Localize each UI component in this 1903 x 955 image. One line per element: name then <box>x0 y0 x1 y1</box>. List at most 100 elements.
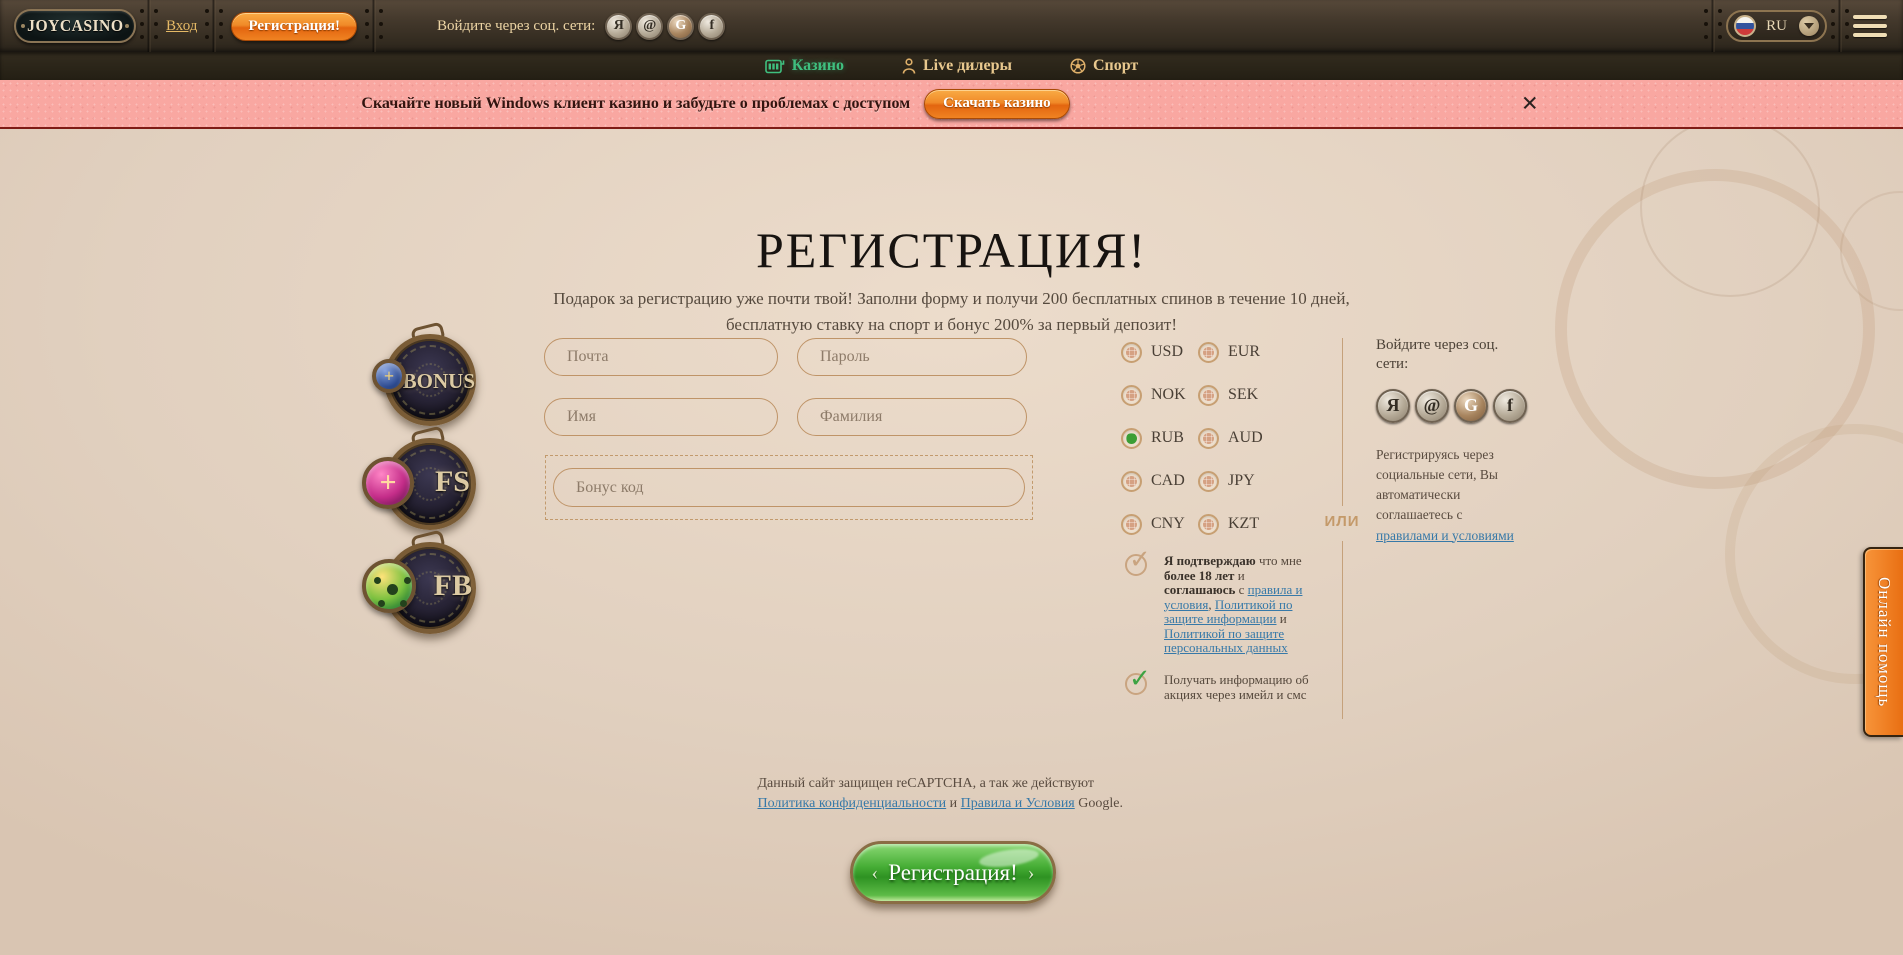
social-column-title: Войдите через соц. сети: <box>1376 336 1508 374</box>
radio-aud[interactable] <box>1198 428 1219 449</box>
menu-hamburger-icon[interactable] <box>1853 10 1887 42</box>
personal-data-policy-link[interactable]: Политикой по защите персональных данных <box>1164 626 1288 656</box>
nav-tab-live-dealers-label: Live дилеры <box>923 57 1012 75</box>
google-login-icon[interactable]: G <box>667 13 694 40</box>
badge-fb-soccer-orb-icon <box>362 559 416 613</box>
promo-checkbox-row: ✓ Получать информацию об акциях через им… <box>1125 673 1318 702</box>
language-code: RU <box>1766 18 1787 35</box>
form-divider <box>1342 541 1343 719</box>
google-login-icon[interactable]: G <box>1454 389 1488 423</box>
radio-kzt[interactable] <box>1198 514 1219 535</box>
radio-cad[interactable] <box>1121 471 1142 492</box>
bonus-badges: BONUS + FS + FB <box>360 331 482 642</box>
submit-registration-button[interactable]: ‹ Регистрация! › <box>850 841 1056 904</box>
last-name-field[interactable] <box>797 398 1027 436</box>
topbar: JOYCASINO Вход Регистрация! Войдите чере… <box>0 0 1903 52</box>
currency-option-rub[interactable]: RUB <box>1121 427 1198 449</box>
badge-freebet-medallion: FB <box>360 539 482 642</box>
social-column-note: Регистрируясь через социальные сети, Вы … <box>1376 445 1521 546</box>
social-column-icons: Я @ G f <box>1376 389 1526 423</box>
badge-fs-orb-icon: + <box>362 457 414 509</box>
terms-text: Я подтверждаю что мне более 18 лет и сог… <box>1164 554 1318 656</box>
joycasino-registration-page: JOYCASINO Вход Регистрация! Войдите чере… <box>0 0 1903 955</box>
language-dropdown-arrow-icon[interactable] <box>1799 16 1819 36</box>
language-selector[interactable]: RU <box>1726 10 1827 42</box>
checkmark-icon: ✓ <box>1129 545 1151 575</box>
social-login-column: Войдите через соц. сети: Я @ G f Регистр… <box>1376 336 1526 546</box>
badge-bonus-medallion: BONUS + <box>360 331 482 434</box>
mail-ru-login-icon[interactable]: @ <box>1415 389 1449 423</box>
badge-freespins-medallion: FS + <box>360 435 482 538</box>
nav-tab-live-dealers[interactable]: Live дилеры <box>902 57 1012 75</box>
topbar-seam <box>1827 0 1853 52</box>
topbar-social-label: Войдите через соц. сети: <box>437 18 595 35</box>
badge-fb-label: FB <box>434 569 472 603</box>
terms-of-service-link[interactable]: Правила и Условия <box>961 796 1075 811</box>
first-name-field[interactable] <box>544 398 778 436</box>
topbar-seam <box>136 0 162 52</box>
currency-option-kzt[interactable]: KZT <box>1198 513 1278 535</box>
radio-jpy[interactable] <box>1198 471 1219 492</box>
checkmark-icon: ✓ <box>1129 664 1151 694</box>
page-title: РЕГИСТРАЦИЯ! <box>0 221 1903 279</box>
slot-machine-icon <box>765 59 785 74</box>
russia-flag-icon <box>1734 15 1756 37</box>
download-casino-button[interactable]: Скачать казино <box>924 89 1070 119</box>
promo-checkbox[interactable]: ✓ <box>1125 673 1147 695</box>
yandex-login-icon[interactable]: Я <box>1376 389 1410 423</box>
currency-option-cny[interactable]: CNY <box>1121 513 1198 535</box>
badge-fs-label: FS <box>435 465 470 499</box>
yandex-login-icon[interactable]: Я <box>605 13 632 40</box>
currency-option-eur[interactable]: EUR <box>1198 341 1278 363</box>
main-nav: Казино Live дилеры Спорт <box>0 52 1903 80</box>
topbar-seam <box>1700 0 1726 52</box>
privacy-policy-link[interactable]: Политика конфиденциальности <box>758 796 947 811</box>
currency-option-usd[interactable]: USD <box>1121 341 1198 363</box>
coffee-stain-decoration <box>1555 169 1875 489</box>
registration-content: РЕГИСТРАЦИЯ! Подарок за регистрацию уже … <box>0 129 1903 955</box>
currency-option-aud[interactable]: AUD <box>1198 427 1278 449</box>
facebook-login-icon[interactable]: f <box>1493 389 1527 423</box>
page-subtitle: Подарок за регистрацию уже почти твой! З… <box>547 286 1357 339</box>
nav-tab-casino-label: Казино <box>792 57 844 75</box>
terms-checkbox[interactable]: ✓ <box>1125 554 1147 576</box>
radio-cny[interactable] <box>1121 514 1142 535</box>
radio-rub[interactable] <box>1121 428 1142 449</box>
banner-text: Скачайте новый Windows клиент казино и з… <box>361 95 910 113</box>
logo-text: JOYCASINO <box>27 16 123 36</box>
radio-nok[interactable] <box>1121 385 1142 406</box>
joycasino-logo[interactable]: JOYCASINO <box>14 9 136 43</box>
currency-option-cad[interactable]: CAD <box>1121 470 1198 492</box>
banner-close-icon[interactable]: ✕ <box>1521 93 1539 114</box>
mail-ru-login-icon[interactable]: @ <box>636 13 663 40</box>
or-label: ИЛИ <box>1314 513 1370 530</box>
social-terms-link[interactable]: правилами и условиями <box>1376 528 1514 543</box>
facebook-login-icon[interactable]: f <box>698 13 725 40</box>
download-client-banner: Скачайте новый Windows клиент казино и з… <box>0 80 1903 129</box>
terms-checkbox-row: ✓ Я подтверждаю что мне более 18 лет и с… <box>1125 554 1318 656</box>
currency-options: USD EUR NOK SEK RUB AUD <box>1121 341 1278 535</box>
currency-option-sek[interactable]: SEK <box>1198 384 1278 406</box>
bonus-code-box <box>545 455 1033 520</box>
online-help-tab[interactable]: Онлайн помощь <box>1863 547 1903 737</box>
arrow-right-icon: › <box>1028 863 1035 883</box>
email-field[interactable] <box>544 338 778 376</box>
topbar-seam <box>361 0 387 52</box>
promo-text: Получать информацию об акциях через имей… <box>1164 673 1318 702</box>
online-help-label: Онлайн помощь <box>1874 577 1894 707</box>
nav-tab-sport-label: Спорт <box>1093 57 1138 75</box>
register-button[interactable]: Регистрация! <box>231 12 357 41</box>
radio-usd[interactable] <box>1121 342 1142 363</box>
login-link[interactable]: Вход <box>166 18 197 35</box>
currency-option-nok[interactable]: NOK <box>1121 384 1198 406</box>
dealer-person-icon <box>902 58 916 74</box>
badge-bonus-label: BONUS <box>403 369 475 394</box>
radio-eur[interactable] <box>1198 342 1219 363</box>
password-field[interactable] <box>797 338 1027 376</box>
nav-tab-sport[interactable]: Спорт <box>1070 57 1138 75</box>
currency-option-jpy[interactable]: JPY <box>1198 470 1278 492</box>
nav-tab-casino[interactable]: Казино <box>765 57 844 75</box>
bonus-code-field[interactable] <box>553 468 1025 507</box>
radio-sek[interactable] <box>1198 385 1219 406</box>
soccer-ball-icon <box>1070 58 1086 74</box>
